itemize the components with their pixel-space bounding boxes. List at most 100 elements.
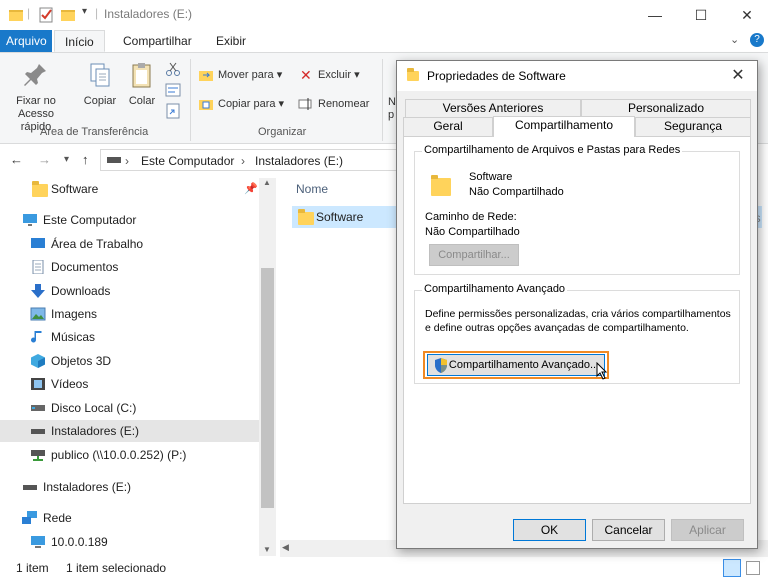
nav-item-music[interactable]: Músicas (0, 326, 260, 348)
back-arrow-icon[interactable]: ← (10, 152, 23, 167)
large-icons-view-icon[interactable] (746, 561, 760, 575)
nav-item-pictures[interactable]: Imagens (0, 303, 260, 325)
nav-item-documents[interactable]: Documentos (0, 256, 260, 278)
breadcrumb-drive[interactable]: Instaladores (E:) (255, 154, 343, 168)
nav-item-label: Músicas (51, 330, 96, 344)
copy-to-button[interactable]: Copiar para ▾ (198, 95, 284, 113)
network-icon (22, 511, 37, 524)
nav-item-local-disk[interactable]: Disco Local (C:) (0, 397, 260, 419)
advanced-sharing-button[interactable]: Compartilhamento Avançado... (427, 354, 605, 376)
properties-check-icon[interactable] (38, 6, 54, 24)
tab-view[interactable]: Exibir (206, 30, 256, 52)
dialog-close-button[interactable]: ✕ (725, 64, 751, 88)
scroll-down-icon[interactable]: ▼ (263, 545, 271, 554)
delete-label: Excluir (318, 69, 352, 81)
mouse-cursor-icon (596, 362, 608, 380)
copy-folder-icon (199, 100, 213, 110)
organize-group-label: Organizar (258, 126, 307, 138)
nav-item-3d-objects[interactable]: Objetos 3D (0, 350, 260, 372)
paste-label: Colar (128, 95, 156, 107)
breadcrumb-computer[interactable]: Este Computador (141, 154, 234, 168)
maximize-button[interactable]: ☐ (678, 0, 724, 30)
nav-item-downloads[interactable]: Downloads (0, 280, 260, 302)
shared-item-state: Não Compartilhado (469, 186, 564, 198)
cut-icon[interactable] (165, 61, 181, 77)
nav-item-label: Instaladores (E:) (43, 480, 132, 494)
move-to-label: Mover para (218, 69, 274, 81)
dialog-title: Propriedades de Software (427, 69, 566, 83)
minimize-button[interactable]: — (632, 0, 678, 30)
tab-home[interactable]: Início (54, 30, 105, 52)
nav-item-label: Vídeos (51, 377, 89, 391)
recent-locations-icon[interactable]: ▾ (64, 154, 69, 165)
delete-button[interactable]: ✕ Excluir ▾ (298, 66, 360, 84)
nav-item-label: 10.0.0.189 (51, 535, 108, 549)
ok-button[interactable]: OK (513, 519, 586, 541)
ribbon-separator (190, 59, 191, 141)
nav-item-label: Este Computador (43, 213, 137, 227)
rename-label: Renomear (318, 98, 370, 110)
copy-to-label: Copiar para (218, 98, 276, 110)
nav-item-desktop[interactable]: Área de Trabalho (0, 233, 260, 255)
properties-dialog: Propriedades de Software ✕ Versões Anter… (396, 60, 758, 549)
close-window-button[interactable]: ✕ (724, 0, 768, 30)
new-item-partial-2: p (388, 109, 395, 121)
nav-item-label: Downloads (51, 284, 111, 298)
copy-label: Copiar (83, 95, 117, 107)
nav-scrollbar[interactable]: ▲ ▼ (259, 178, 276, 556)
expand-ribbon-icon[interactable]: ⌄ (730, 33, 739, 46)
folder-icon (298, 209, 314, 225)
tab-sharing[interactable]: Compartilhamento (493, 116, 635, 137)
tab-security[interactable]: Segurança (635, 117, 751, 136)
scrollbar-thumb[interactable] (261, 268, 274, 508)
paste-button[interactable]: Colar (124, 61, 160, 108)
nav-item-label: publico (\\10.0.0.252) (P:) (51, 448, 187, 462)
column-header-name[interactable]: Nome (296, 182, 328, 196)
documents-icon (32, 260, 44, 274)
qa-separator: | (27, 6, 31, 20)
nav-item-label: Disco Local (C:) (51, 401, 137, 415)
drive-icon (31, 429, 45, 434)
tab-share[interactable]: Compartilhar (113, 30, 202, 52)
customize-toolbar-icon[interactable]: ▾ (82, 6, 87, 24)
copy-button[interactable]: Copiar (80, 61, 120, 108)
clipboard-icon (132, 63, 151, 88)
breadcrumb-separator-icon: › (241, 154, 245, 168)
move-to-button[interactable]: Mover para ▾ (198, 66, 282, 84)
nav-item-label: Software (51, 182, 99, 196)
nav-item-this-pc[interactable]: Este Computador (0, 209, 260, 231)
copy-path-icon[interactable] (165, 83, 181, 97)
videos-icon (31, 378, 45, 390)
new-item-partial-1: N (388, 96, 396, 108)
scroll-left-icon[interactable]: ◀ (282, 542, 289, 553)
advanced-desc-line1: Define permissões personalizadas, cria v… (425, 308, 731, 320)
help-icon[interactable]: ? (750, 33, 764, 47)
nav-item-network[interactable]: Rede (0, 507, 260, 529)
rename-icon (298, 98, 312, 110)
tab-general[interactable]: Geral (403, 117, 493, 136)
details-view-icon[interactable] (723, 559, 741, 577)
nav-item-software[interactable]: Software 📌 (0, 178, 260, 200)
tab-file[interactable]: Arquivo (0, 30, 52, 52)
pin-quick-access-button[interactable]: Fixar no Acesso rápido (6, 61, 66, 134)
up-arrow-icon[interactable]: ↑ (82, 152, 89, 167)
pinned-icon[interactable]: 📌 (244, 178, 258, 200)
apply-button[interactable]: Aplicar (671, 519, 744, 541)
rename-button[interactable]: Renomear (298, 95, 369, 113)
nav-item-installers-drive[interactable]: Instaladores (E:) (0, 476, 260, 498)
network-path-value: Não Compartilhado (425, 226, 520, 238)
advanced-sharing-group-label: Compartilhamento Avançado (422, 283, 568, 295)
forward-arrow-icon[interactable]: → (38, 152, 51, 167)
computer-icon (23, 214, 37, 226)
nav-item-public-share[interactable]: publico (\\10.0.0.252) (P:) (0, 444, 260, 466)
nav-item-videos[interactable]: Vídeos (0, 373, 260, 395)
paste-shortcut-icon[interactable] (165, 103, 181, 119)
network-sharing-group-label: Compartilhamento de Arquivos e Pastas pa… (422, 144, 683, 156)
cancel-button[interactable]: Cancelar (592, 519, 665, 541)
share-button[interactable]: Compartilhar... (429, 244, 519, 266)
delete-x-icon: ✕ (300, 67, 312, 83)
scroll-up-icon[interactable]: ▲ (263, 178, 271, 187)
new-folder-icon[interactable] (60, 6, 76, 24)
nav-item-host[interactable]: 10.0.0.189 (0, 531, 260, 553)
nav-item-installers-selected[interactable]: Instaladores (E:) (0, 420, 260, 442)
